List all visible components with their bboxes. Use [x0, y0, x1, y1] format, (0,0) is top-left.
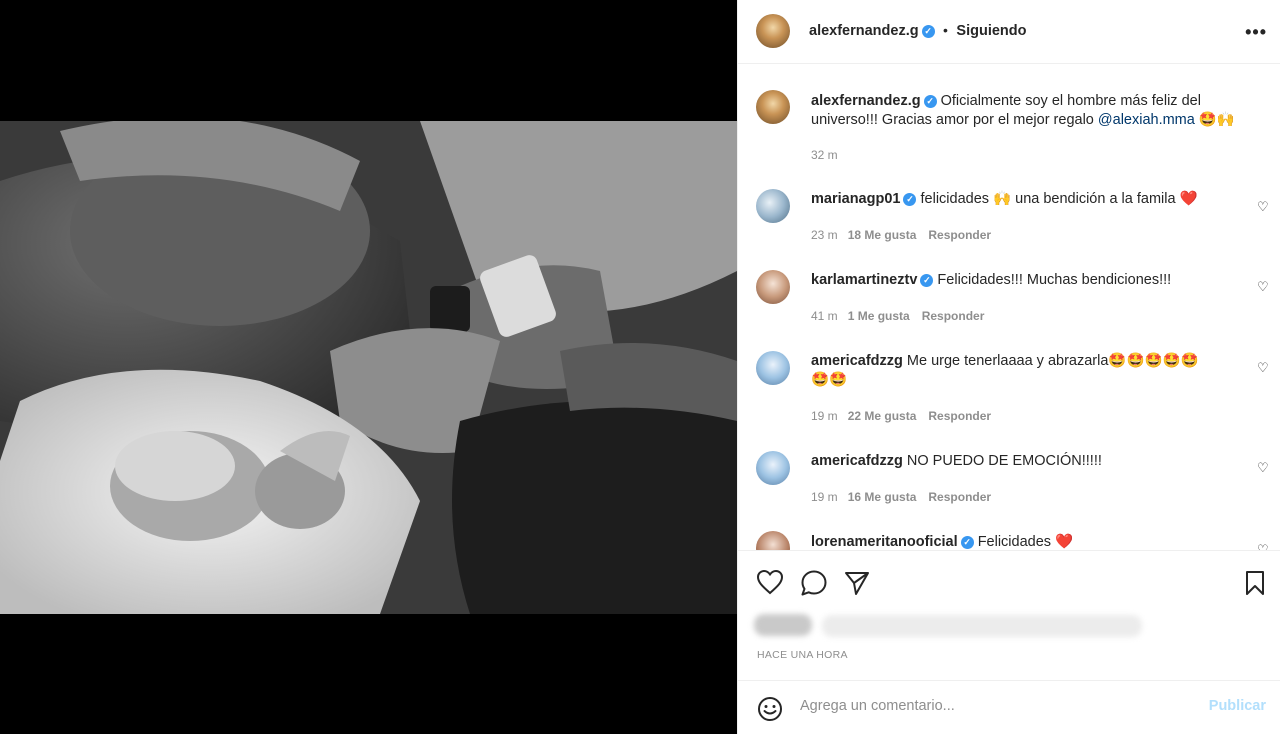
author-avatar[interactable] — [756, 14, 790, 48]
verified-badge-icon: ✓ — [903, 193, 917, 206]
post-header: alexfernandez.g ✓ • Siguiendo ••• — [738, 0, 1280, 64]
comment-likes[interactable]: 18 Me gusta — [848, 228, 917, 242]
reply-button[interactable]: Responder — [928, 409, 991, 423]
comment-input[interactable]: Agrega un comentario... — [800, 698, 955, 714]
comment-like-heart-icon[interactable]: ♡ — [1257, 279, 1269, 294]
comment-meta: 41 m 1 Me gusta Responder — [811, 309, 984, 323]
likes-avatars-blurred — [754, 614, 812, 636]
comment: lorenameritanooficial ✓ Felicidades ❤️ — [811, 533, 1241, 550]
caption: alexfernandez.g ✓ Oficialmente soy el hom… — [811, 92, 1241, 130]
verified-badge-icon: ✓ — [923, 95, 937, 108]
post-time-ago[interactable]: HACE UNA HORA — [757, 649, 848, 661]
publish-button[interactable]: Publicar — [1209, 698, 1266, 714]
comment-time[interactable]: 41 m — [811, 309, 838, 323]
comment-avatar[interactable] — [756, 351, 790, 385]
comment-meta: 23 m 18 Me gusta Responder — [811, 228, 991, 242]
comment-username[interactable]: americafdzzg — [811, 353, 903, 369]
follow-status-button[interactable]: Siguiendo — [956, 23, 1026, 39]
post-media — [0, 0, 737, 734]
reply-button[interactable]: Responder — [922, 309, 985, 323]
comment-like-heart-icon[interactable]: ♡ — [1257, 199, 1269, 214]
comment-username[interactable]: lorenameritanooficial — [811, 534, 958, 550]
verified-badge-icon: ✓ — [960, 536, 974, 549]
comment-time[interactable]: 23 m — [811, 228, 838, 242]
caption-mention[interactable]: @alexiah.mma — [1098, 112, 1195, 128]
comment-avatar[interactable] — [756, 270, 790, 304]
comment-text-continued: 🤩🤩 — [811, 372, 848, 388]
comment-icon[interactable] — [800, 569, 828, 597]
caption-username[interactable]: alexfernandez.g — [811, 93, 921, 109]
caption-avatar[interactable] — [756, 90, 790, 124]
comment-text: NO PUEDO DE EMOCIÓN!!!!! — [906, 453, 1102, 469]
caption-emojis: 🤩🙌 — [1198, 112, 1235, 128]
comment-text: Me urge tenerlaaaa y abrazarla🤩🤩🤩🤩🤩 — [906, 353, 1199, 369]
comment-meta: 19 m 16 Me gusta Responder — [811, 490, 991, 504]
reply-button[interactable]: Responder — [928, 490, 991, 504]
separator-dot: • — [943, 22, 948, 38]
post-actions: HACE UNA HORA — [738, 550, 1280, 680]
comment-time[interactable]: 19 m — [811, 409, 838, 423]
comment-avatar[interactable] — [756, 451, 790, 485]
share-icon[interactable] — [844, 570, 870, 596]
post-side-panel: alexfernandez.g ✓ • Siguiendo ••• alexfer… — [737, 0, 1280, 734]
comment-avatar[interactable] — [756, 189, 790, 223]
reply-button[interactable]: Responder — [928, 228, 991, 242]
author-info: alexfernandez.g ✓ • Siguiendo — [809, 22, 1027, 40]
comment-like-heart-icon[interactable]: ♡ — [1257, 360, 1269, 375]
add-comment-bar: Agrega un comentario... Publicar — [738, 680, 1280, 734]
emoji-icon[interactable] — [757, 696, 783, 722]
comment: americafdzzg Me urge tenerlaaaa y abraza… — [811, 352, 1241, 390]
caption-time[interactable]: 32 m — [811, 148, 838, 162]
likes-summary-blurred — [822, 615, 1142, 637]
bookmark-icon[interactable] — [1244, 570, 1266, 596]
verified-badge-icon: ✓ — [921, 25, 935, 38]
comment-like-heart-icon[interactable]: ♡ — [1257, 460, 1269, 475]
verified-badge-icon: ✓ — [920, 274, 934, 287]
comment-text: Felicidades!!! Muchas bendiciones!!! — [937, 272, 1172, 288]
comment-username[interactable]: marianagp01 — [811, 191, 900, 207]
comment-username[interactable]: karlamartineztv — [811, 272, 917, 288]
comment-text: Felicidades ❤️ — [977, 534, 1074, 550]
comment-meta: 19 m 22 Me gusta Responder — [811, 409, 991, 423]
comment: karlamartineztv ✓ Felicidades!!! Muchas b… — [811, 271, 1241, 290]
comment: marianagp01 ✓ felicidades 🙌 una bendición… — [811, 190, 1241, 209]
more-options-icon[interactable]: ••• — [1245, 22, 1267, 43]
comment-likes[interactable]: 16 Me gusta — [848, 490, 917, 504]
comment-like-heart-icon[interactable]: ♡ — [1257, 542, 1269, 550]
comment-time[interactable]: 19 m — [811, 490, 838, 504]
comment-likes[interactable]: 22 Me gusta — [848, 409, 917, 423]
comment-text: felicidades 🙌 una bendición a la famila … — [920, 191, 1198, 207]
comment-likes[interactable]: 1 Me gusta — [848, 309, 910, 323]
comment: americafdzzg NO PUEDO DE EMOCIÓN!!!!! — [811, 452, 1241, 471]
comment-avatar[interactable] — [756, 531, 790, 550]
author-username[interactable]: alexfernandez.g — [809, 23, 919, 39]
heart-icon[interactable] — [756, 569, 784, 595]
comments-list: alexfernandez.g ✓ Oficialmente soy el hom… — [738, 65, 1280, 550]
post-photo[interactable] — [0, 121, 737, 614]
comment-username[interactable]: americafdzzg — [811, 453, 903, 469]
